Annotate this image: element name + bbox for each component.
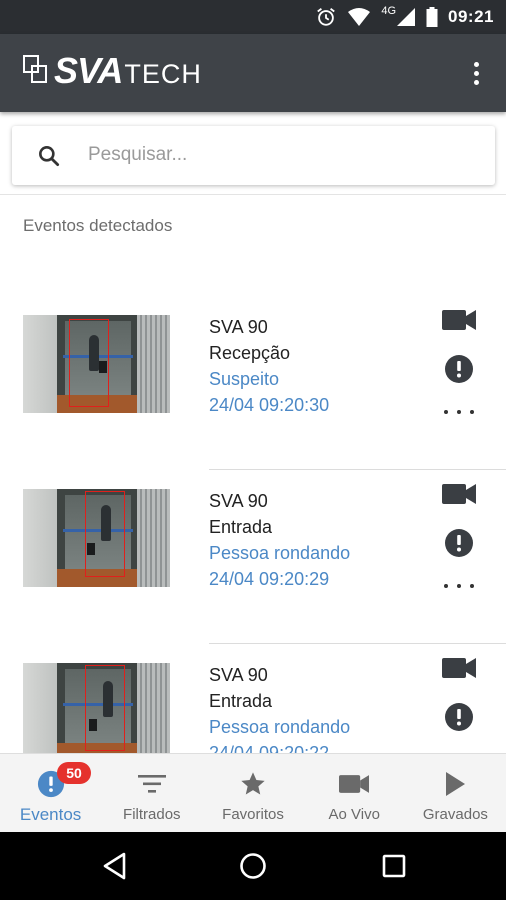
notification-badge: 50 <box>57 762 91 784</box>
event-camera: SVA 90 <box>209 317 268 337</box>
nav-gravados[interactable]: Gravados <box>405 754 506 832</box>
status-icons: 4G 09:21 <box>315 0 494 34</box>
videocam-icon[interactable] <box>442 482 476 506</box>
back-icon[interactable] <box>100 851 130 881</box>
logo-mark-icon <box>23 55 47 83</box>
more-dot <box>457 410 461 414</box>
nav-filtrados[interactable]: Filtrados <box>101 754 202 832</box>
nav-label: Filtrados <box>123 806 181 823</box>
menu-dot <box>473 79 479 85</box>
event-type: Pessoa rondando <box>209 717 351 737</box>
more-vertical-icon[interactable] <box>464 58 488 88</box>
logo-text-bold: SVA <box>54 50 123 91</box>
network-type: 4G <box>381 5 397 17</box>
nav-ao-vivo[interactable]: Ao Vivo <box>304 754 405 832</box>
nav-label: Gravados <box>422 806 488 823</box>
videocam-icon[interactable] <box>442 308 476 332</box>
detection-box <box>85 491 125 577</box>
videocam-icon[interactable] <box>442 656 476 680</box>
thumb-wall <box>23 663 57 753</box>
event-timestamp: 24/04 09:20:29 <box>209 569 330 589</box>
divider <box>0 194 506 195</box>
more-horizontal-icon[interactable] <box>444 406 474 418</box>
recents-icon[interactable] <box>379 851 409 881</box>
home-icon[interactable] <box>238 851 268 881</box>
search-icon[interactable] <box>36 143 62 169</box>
signal-icon <box>397 8 416 26</box>
filter-icon <box>137 770 167 798</box>
event-details: SVA 90 Recepção Suspeito 24/04 09:20:30 <box>209 314 329 418</box>
search-bar[interactable] <box>12 126 495 185</box>
detection-box <box>85 665 125 751</box>
thumb-blinds <box>137 489 170 587</box>
nav-label: Ao Vivo <box>328 806 380 823</box>
nav-favoritos[interactable]: Favoritos <box>202 754 303 832</box>
thumb-blinds <box>137 315 170 413</box>
brand-logo: SVA TECH <box>22 50 202 92</box>
logo-text-light: TECH <box>124 58 202 89</box>
section-title: Eventos detectados <box>23 216 173 235</box>
alarm-icon <box>317 8 336 26</box>
wifi-icon <box>348 8 371 26</box>
detection-box <box>69 319 109 407</box>
event-thumbnail[interactable] <box>23 489 170 587</box>
event-type: Pessoa rondando <box>209 543 351 563</box>
nav-label: Favoritos <box>222 806 284 823</box>
bottom-navigation: 50 Eventos Filtrados Favoritos Ao Vivo G… <box>0 753 506 832</box>
event-thumbnail[interactable] <box>23 663 170 753</box>
event-location: Recepção <box>209 343 291 363</box>
event-camera: SVA 90 <box>209 665 268 685</box>
alert-circle-icon[interactable] <box>444 528 474 558</box>
alert-circle-icon[interactable] <box>444 354 474 384</box>
event-location: Entrada <box>209 691 273 711</box>
search-input[interactable] <box>88 138 468 172</box>
clock: 09:21 <box>448 7 494 26</box>
event-timestamp: 24/04 09:20:30 <box>209 395 330 415</box>
more-dot <box>444 584 448 588</box>
alert-circle-icon[interactable] <box>444 702 474 732</box>
thumb-wall <box>23 489 57 587</box>
star-icon <box>238 770 268 798</box>
status-bar: 4G 09:21 <box>0 0 506 34</box>
event-type: Suspeito <box>209 369 280 389</box>
more-horizontal-icon[interactable] <box>444 580 474 592</box>
more-dot <box>470 584 474 588</box>
nav-label: Eventos <box>19 805 82 824</box>
event-item[interactable]: SVA 90 Entrada Pessoa rondando 24/04 09:… <box>0 644 506 753</box>
battery-icon <box>426 7 438 27</box>
event-item[interactable]: SVA 90 Entrada Pessoa rondando 24/04 09:… <box>0 470 506 644</box>
event-camera: SVA 90 <box>209 491 268 511</box>
event-thumbnail[interactable] <box>23 315 170 413</box>
event-list[interactable]: SVA 90 Recepção Suspeito 24/04 09:20:30 <box>0 296 506 753</box>
thumb-blinds <box>137 663 170 753</box>
nav-eventos[interactable]: 50 Eventos <box>0 754 101 832</box>
menu-dot <box>473 70 479 76</box>
event-timestamp: 24/04 09:20:22 <box>209 743 330 753</box>
app-bar: SVA TECH <box>0 34 506 112</box>
thumb-wall <box>23 315 57 413</box>
more-dot <box>444 410 448 414</box>
event-details: SVA 90 Entrada Pessoa rondando 24/04 09:… <box>209 662 350 753</box>
system-navigation-bar <box>0 832 506 900</box>
event-details: SVA 90 Entrada Pessoa rondando 24/04 09:… <box>209 488 350 592</box>
videocam-icon <box>339 770 370 798</box>
event-location: Entrada <box>209 517 273 537</box>
menu-dot <box>473 61 479 67</box>
play-icon <box>440 770 470 798</box>
more-dot <box>457 584 461 588</box>
event-item[interactable]: SVA 90 Recepção Suspeito 24/04 09:20:30 <box>0 296 506 470</box>
more-dot <box>470 410 474 414</box>
